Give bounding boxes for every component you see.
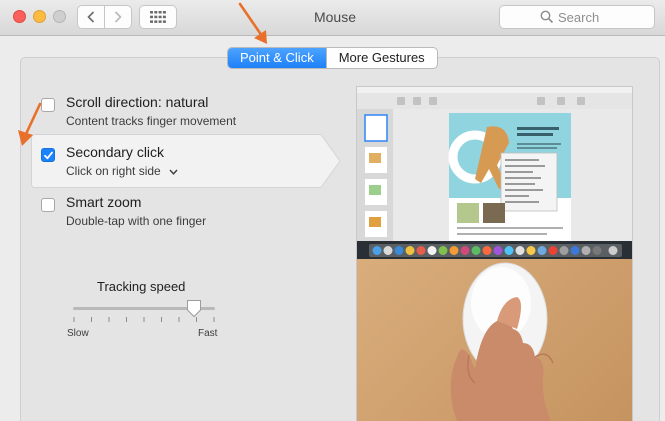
gesture-preview-video: [356, 86, 633, 421]
preview-hand-mouse-image: [450, 262, 554, 421]
tab-more-gestures[interactable]: More Gestures: [325, 48, 437, 68]
slider-max-label: Fast: [198, 328, 218, 339]
checkmark-icon: [44, 151, 53, 160]
option-title: Secondary click: [66, 144, 165, 160]
settings-panel: Scroll direction: natural Content tracks…: [20, 57, 660, 421]
segmented-tabs: Point & Click More Gestures: [227, 47, 438, 69]
zoom-window-button[interactable]: [53, 10, 66, 23]
minimize-window-button[interactable]: [33, 10, 46, 23]
show-all-button[interactable]: [139, 5, 177, 29]
chevron-down-icon[interactable]: [169, 169, 178, 175]
chevron-right-icon: [115, 11, 122, 23]
window-title: Mouse: [313, 9, 357, 25]
preview-screen-image: [357, 87, 632, 259]
search-input[interactable]: [558, 8, 648, 26]
secondary-click-checkbox[interactable]: [41, 148, 55, 162]
option-subtitle: Double-tap with one finger: [66, 214, 207, 228]
back-button[interactable]: [78, 6, 104, 28]
annotation-arrow-checkbox: [18, 102, 42, 146]
tab-point-and-click[interactable]: Point & Click: [228, 48, 326, 68]
option-subtitle: Content tracks finger movement: [66, 114, 237, 128]
selected-option-highlight: [31, 134, 341, 188]
option-title: Smart zoom: [66, 194, 142, 210]
chevron-left-icon: [87, 11, 95, 23]
close-window-button[interactable]: [13, 10, 26, 23]
search-field[interactable]: [499, 5, 655, 29]
slider-min-label: Slow: [67, 328, 89, 339]
secondary-click-dropdown[interactable]: Click on right side: [66, 164, 161, 178]
forward-button[interactable]: [104, 6, 131, 28]
navigation-buttons: [77, 5, 132, 29]
annotation-arrow-tab: [238, 2, 267, 44]
magnifier-icon: [540, 10, 554, 24]
tracking-speed-label: Tracking speed: [97, 279, 186, 294]
smart-zoom-checkbox[interactable]: [41, 198, 55, 212]
slider-thumb[interactable]: [186, 299, 202, 318]
title-bar: Mouse: [0, 0, 665, 36]
option-title: Scroll direction: natural: [66, 94, 209, 110]
grid-icon: [150, 11, 166, 23]
